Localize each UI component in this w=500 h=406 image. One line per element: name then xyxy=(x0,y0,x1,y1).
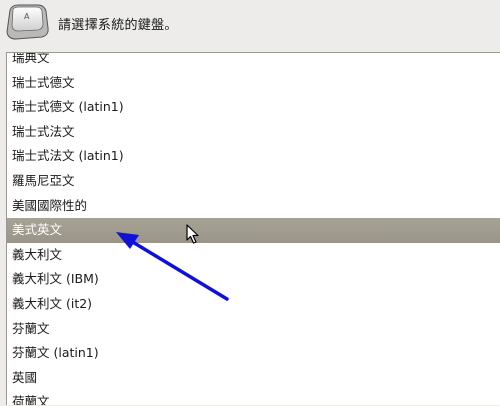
keyboard-list-items: 瑞典文 瑞士式德文 瑞士式德文 (latin1) 瑞士式法文 瑞士式法文 (latin1… xyxy=(7,53,500,405)
list-item[interactable]: 義大利文 xyxy=(7,243,500,268)
keyboard-key-icon: A xyxy=(6,4,49,40)
list-item[interactable]: 芬蘭文 (latin1) xyxy=(7,341,500,366)
list-item[interactable]: 美國國際性的 xyxy=(7,194,500,219)
list-item[interactable]: 瑞士式德文 xyxy=(7,71,500,96)
svg-text:A: A xyxy=(24,12,30,21)
header: A 請選擇系統的鍵盤。 xyxy=(0,0,500,48)
prompt-text: 請選擇系統的鍵盤。 xyxy=(58,18,178,33)
list-item[interactable]: 瑞士式德文 (latin1) xyxy=(7,95,500,120)
list-item[interactable]: 羅馬尼亞文 xyxy=(7,169,500,194)
list-item[interactable]: 芬蘭文 xyxy=(7,317,500,342)
list-item[interactable]: 荷蘭文 xyxy=(7,390,500,405)
keyboard-list[interactable]: 瑞典文 瑞士式德文 瑞士式德文 (latin1) 瑞士式法文 瑞士式法文 (latin1… xyxy=(6,52,500,405)
mouse-cursor-icon xyxy=(186,224,199,244)
list-item[interactable]: 瑞典文 xyxy=(7,53,500,71)
list-item[interactable]: 瑞士式法文 xyxy=(7,120,500,145)
list-item-selected[interactable]: 美式英文 xyxy=(7,218,500,243)
list-item[interactable]: 義大利文 (IBM) xyxy=(7,267,500,292)
list-item[interactable]: 英國 xyxy=(7,366,500,391)
list-item[interactable]: 瑞士式法文 (latin1) xyxy=(7,144,500,169)
list-item[interactable]: 義大利文 (it2) xyxy=(7,292,500,317)
keyboard-selection-screen: A 請選擇系統的鍵盤。 瑞典文 瑞士式德文 瑞士式德文 (latin1) 瑞士式法文瑞… xyxy=(0,0,500,406)
